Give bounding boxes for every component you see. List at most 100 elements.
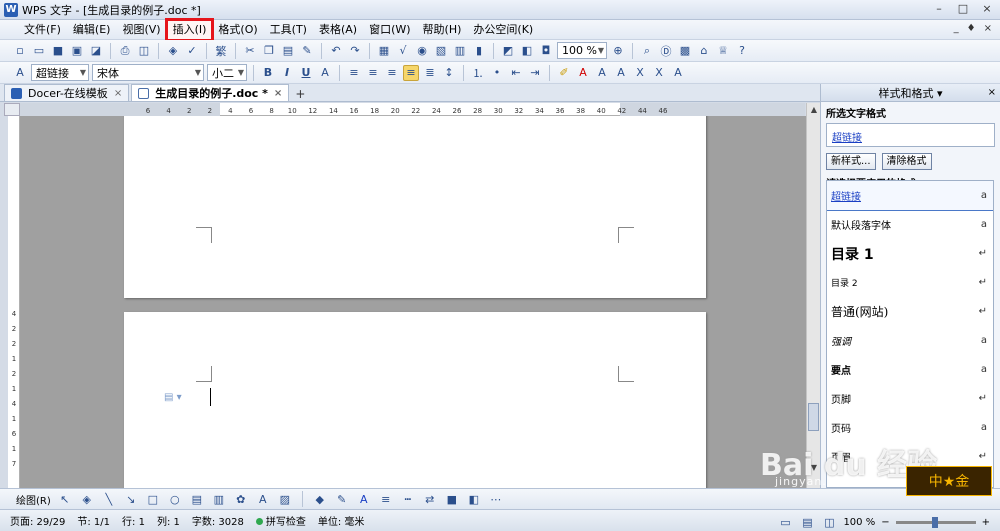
underline-button[interactable]: U (298, 65, 314, 81)
vertical-textbox-icon[interactable]: ▥ (211, 491, 227, 507)
decrease-indent-icon[interactable]: ⇤ (508, 65, 524, 81)
hyperlink-icon[interactable]: ◉ (414, 43, 430, 59)
ruler-corner-tab-selector[interactable] (4, 103, 20, 116)
line-icon[interactable]: ╲ (101, 491, 117, 507)
style-item[interactable]: 目录 1 ↵ (827, 239, 993, 268)
menu-file[interactable]: 文件(F) (18, 20, 67, 40)
menu-tools[interactable]: 工具(T) (264, 20, 313, 40)
align-right-icon[interactable]: ≡ (384, 65, 400, 81)
bullets-icon[interactable]: • (489, 65, 505, 81)
style-select[interactable]: 超链接 ▼ (31, 64, 89, 81)
style-item[interactable]: 普通(网站) ↵ (827, 297, 993, 326)
increase-indent-icon[interactable]: ⇥ (527, 65, 543, 81)
font-size-select[interactable]: 小二 ▼ (207, 64, 247, 81)
superscript-icon[interactable]: X (632, 65, 648, 81)
menu-format[interactable]: 格式(O) (212, 20, 263, 40)
vertical-scrollbar[interactable]: ▲ ▼ (806, 103, 820, 488)
redo-icon[interactable]: ↷ (347, 43, 363, 59)
undo-icon[interactable]: ↶ (328, 43, 344, 59)
menu-window[interactable]: 窗口(W) (363, 20, 416, 40)
phonetic-icon[interactable]: A (670, 65, 686, 81)
zoom-select[interactable]: 100 % ▼ (557, 42, 607, 59)
style-item[interactable]: 强调 a (827, 326, 993, 355)
menu-view[interactable]: 视图(V) (116, 20, 166, 40)
chart-icon[interactable]: ▮ (471, 43, 487, 59)
style-item[interactable]: 要点 a (827, 355, 993, 384)
clear-format-button[interactable]: 清除格式 (881, 153, 932, 170)
doc-restore-button[interactable]: ♦ (967, 23, 976, 34)
vertical-ruler[interactable]: 4 2 2 1 2 1 4 1 6 1 7 (8, 116, 20, 488)
picture-icon[interactable]: ▧ (433, 43, 449, 59)
menu-edit[interactable]: 编辑(E) (67, 20, 117, 40)
style-item[interactable]: 超链接 a (827, 181, 993, 211)
new-doc-icon[interactable]: ▫ (12, 43, 28, 59)
style-item[interactable]: 默认段落字体 a (827, 210, 993, 239)
new-style-button[interactable]: 新样式... (826, 153, 876, 170)
find-icon[interactable]: ⌕ (639, 43, 655, 59)
insert-object-icon[interactable]: ◈ (165, 43, 181, 59)
paste-icon[interactable]: ▤ (280, 43, 296, 59)
close-button[interactable]: × (978, 2, 996, 16)
style-item[interactable]: 页脚 ↵ (827, 384, 993, 413)
web-view-icon[interactable]: ◫ (821, 514, 837, 530)
ellipse-icon[interactable]: ○ (167, 491, 183, 507)
fill-color-icon[interactable]: ◆ (312, 491, 328, 507)
clipart-icon[interactable]: ✿ (233, 491, 249, 507)
3d-icon[interactable]: ◧ (466, 491, 482, 507)
menu-office-space[interactable]: 办公空间(K) (467, 20, 539, 40)
zoom-in-icon[interactable]: + (982, 517, 990, 528)
open-folder-icon[interactable]: ▭ (31, 43, 47, 59)
close-icon[interactable]: × (274, 88, 282, 99)
copy-icon[interactable]: ❐ (261, 43, 277, 59)
font-color-icon[interactable]: A (575, 65, 591, 81)
format-painter-icon[interactable]: ✎ (299, 43, 315, 59)
save-as-icon[interactable]: ▣ (69, 43, 85, 59)
status-unit[interactable]: 单位: 毫米 (318, 513, 365, 528)
export-pdf-icon[interactable]: ◪ (88, 43, 104, 59)
help-icon[interactable]: ? (734, 43, 750, 59)
columns-icon[interactable]: ▥ (452, 43, 468, 59)
skin-icon[interactable]: ♕ (715, 43, 731, 59)
doc-close-button[interactable]: × (984, 23, 992, 34)
traditional-chinese-icon[interactable]: 繁 (213, 43, 229, 59)
maximize-button[interactable]: □ (954, 2, 972, 16)
more-icon[interactable]: ⋯ (488, 491, 504, 507)
bold-button[interactable]: B (260, 65, 276, 81)
style-item[interactable]: 目录 2 ↵ (827, 268, 993, 297)
autoshape-icon[interactable]: ◈ (79, 491, 95, 507)
doc-minimize-button[interactable]: _ (954, 23, 959, 34)
close-icon[interactable]: × (114, 88, 122, 99)
align-center-icon[interactable]: ≡ (365, 65, 381, 81)
line-spacing-icon[interactable]: ↕ (441, 65, 457, 81)
zoom-slider[interactable] (895, 516, 976, 528)
save-icon[interactable]: ■ (50, 43, 66, 59)
arrow-style-icon[interactable]: ⇄ (422, 491, 438, 507)
text-color-icon[interactable]: A (356, 491, 372, 507)
add-tab-button[interactable]: + (291, 87, 309, 101)
italic-button[interactable]: I (279, 65, 295, 81)
drawing-icon[interactable]: ◩ (500, 43, 516, 59)
draw-menu-button[interactable]: 绘图(R) (16, 492, 51, 507)
menu-table[interactable]: 表格(A) (313, 20, 363, 40)
wordart-icon[interactable]: A (255, 491, 271, 507)
grow-font-icon[interactable]: A (594, 65, 610, 81)
select-pointer-icon[interactable]: ↖ (57, 491, 73, 507)
shrink-font-icon[interactable]: A (613, 65, 629, 81)
spell-check-icon[interactable]: ✓ (184, 43, 200, 59)
show-marks-icon[interactable]: ◘ (538, 43, 554, 59)
insert-table-icon[interactable]: ▦ (376, 43, 392, 59)
zoom-out-icon[interactable]: − (881, 517, 889, 528)
rectangle-icon[interactable]: □ (145, 491, 161, 507)
paste-options-icon[interactable]: ▤ ▾ (164, 392, 182, 403)
style-item[interactable]: 页码 a (827, 413, 993, 442)
mall-icon[interactable]: ⌂ (696, 43, 712, 59)
formula-icon[interactable]: √ (395, 43, 411, 59)
print-preview-icon[interactable]: ◫ (136, 43, 152, 59)
numbering-icon[interactable]: ⒈ (470, 65, 486, 81)
textbox-icon[interactable]: ▤ (189, 491, 205, 507)
page[interactable]: ▤ ▾ (124, 312, 706, 488)
scroll-thumb[interactable] (808, 403, 819, 431)
print-icon[interactable]: ⎙ (117, 43, 133, 59)
status-words[interactable]: 字数: 3028 (192, 513, 244, 528)
arrow-icon[interactable]: ↘ (123, 491, 139, 507)
